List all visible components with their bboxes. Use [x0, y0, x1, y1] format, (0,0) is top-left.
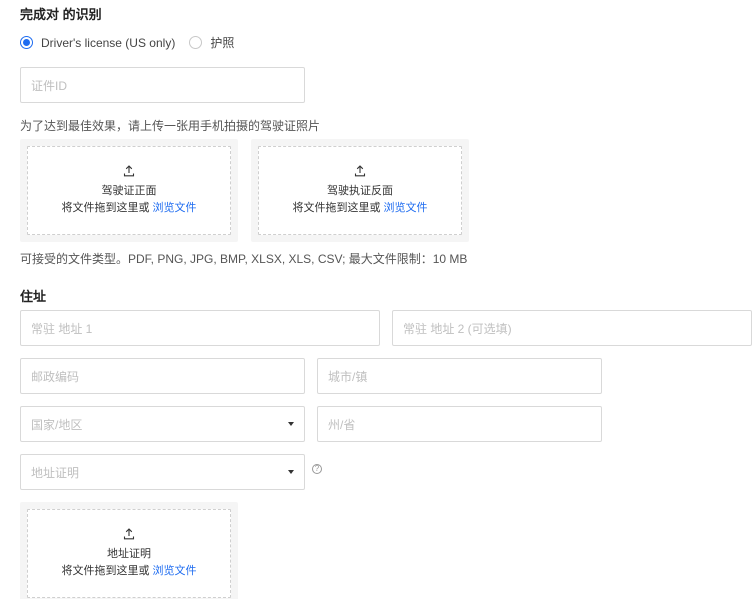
- file-types-hint: 可接受的文件类型。PDF, PNG, JPG, BMP, XLSX, XLS, …: [20, 252, 468, 266]
- radio-passport[interactable]: [189, 36, 203, 49]
- address-proof-placeholder: 地址证明: [31, 465, 80, 480]
- address-line2-input[interactable]: 常驻 地址 2 (可选填): [392, 310, 752, 346]
- upload-front-browse-link[interactable]: 浏览文件: [153, 202, 197, 214]
- page-title: 完成对 的识别: [20, 7, 102, 22]
- address-line1-input[interactable]: 常驻 地址 1: [20, 310, 380, 346]
- address-section-title: 住址: [20, 289, 47, 304]
- id-type-radio-group: Driver's license (US only) 护照: [20, 34, 248, 51]
- state-input[interactable]: 州/省: [317, 406, 602, 442]
- upload-back-drag-text: 将文件拖到这里或: [292, 201, 381, 214]
- upload-icon: [354, 164, 366, 176]
- address-line2-placeholder: 常驻 地址 2 (可选填): [403, 321, 512, 336]
- upload-icon: [123, 527, 135, 539]
- upload-back-text: 将文件拖到这里或 浏览文件: [292, 200, 427, 217]
- postal-code-placeholder: 邮政编码: [31, 369, 80, 384]
- upload-back-dropzone[interactable]: 驾驶执证反面 将文件拖到这里或 浏览文件: [258, 146, 462, 235]
- address-line1-placeholder: 常驻 地址 1: [31, 321, 93, 336]
- upload-address-proof-browse-link[interactable]: 浏览文件: [153, 565, 197, 577]
- country-select[interactable]: 国家/地区: [20, 406, 305, 442]
- upload-address-proof-drag-text: 将文件拖到这里或: [61, 564, 150, 577]
- upload-front-drag-text: 将文件拖到这里或: [61, 201, 150, 214]
- upload-icon: [123, 164, 135, 176]
- id-number-input[interactable]: 证件ID: [20, 67, 305, 103]
- upload-back-browse-link[interactable]: 浏览文件: [384, 202, 428, 214]
- upload-front-card: 驾驶证正面 将文件拖到这里或 浏览文件: [20, 139, 238, 242]
- upload-address-proof-card: 地址证明 将文件拖到这里或 浏览文件: [20, 502, 238, 599]
- address-proof-select[interactable]: 地址证明: [20, 454, 305, 490]
- id-number-placeholder: 证件ID: [31, 78, 68, 93]
- country-placeholder: 国家/地区: [31, 417, 83, 432]
- upload-back-title: 驾驶执证反面: [327, 184, 393, 197]
- city-placeholder: 城市/镇: [328, 369, 368, 384]
- upload-front-dropzone[interactable]: 驾驶证正面 将文件拖到这里或 浏览文件: [27, 146, 231, 235]
- postal-code-input[interactable]: 邮政编码: [20, 358, 305, 394]
- radio-drivers-license[interactable]: [20, 36, 33, 49]
- caret-down-icon: [288, 470, 294, 474]
- upload-address-proof-title: 地址证明: [107, 547, 151, 560]
- upload-address-proof-dropzone[interactable]: 地址证明 将文件拖到这里或 浏览文件: [27, 509, 231, 598]
- photo-hint: 为了达到最佳效果，请上传一张用手机拍摄的驾驶证照片: [20, 119, 321, 133]
- city-input[interactable]: 城市/镇: [317, 358, 602, 394]
- caret-down-icon: [288, 422, 294, 426]
- upload-front-text: 将文件拖到这里或 浏览文件: [61, 200, 196, 217]
- radio-passport-label[interactable]: 护照: [210, 34, 234, 51]
- upload-front-title: 驾驶证正面: [101, 184, 157, 197]
- upload-address-proof-text: 将文件拖到这里或 浏览文件: [61, 563, 196, 580]
- upload-back-card: 驾驶执证反面 将文件拖到这里或 浏览文件: [251, 139, 469, 242]
- state-placeholder: 州/省: [328, 417, 356, 432]
- help-icon[interactable]: ?: [312, 464, 322, 474]
- radio-drivers-license-label[interactable]: Driver's license (US only): [41, 36, 175, 50]
